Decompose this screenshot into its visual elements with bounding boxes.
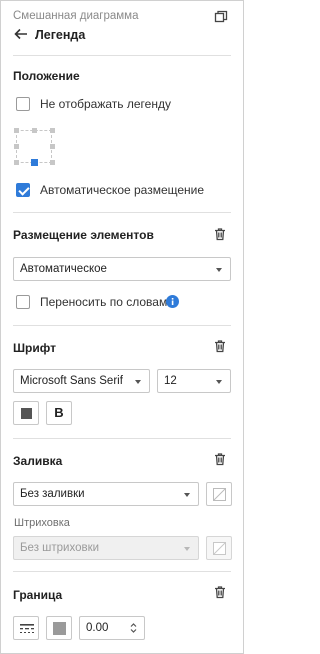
hatch-value: Без штриховки xyxy=(20,542,100,554)
position-bottom-right[interactable] xyxy=(50,160,55,165)
font-family-select[interactable]: Microsoft Sans Serif xyxy=(13,369,150,393)
no-color-icon xyxy=(213,542,226,555)
panel-title: Легенда xyxy=(35,28,86,42)
chevron-down-icon xyxy=(184,547,190,551)
placement-select-value: Автоматическое xyxy=(20,263,107,275)
fill-color-button[interactable] xyxy=(206,482,232,506)
trash-icon[interactable] xyxy=(213,339,227,353)
section-divider xyxy=(13,212,231,213)
border-width-spinner[interactable]: 0.00 xyxy=(79,616,145,640)
chevron-down-icon xyxy=(135,380,141,384)
font-color-button[interactable] xyxy=(13,401,39,425)
bold-button[interactable]: B xyxy=(46,401,72,425)
position-bottom-left[interactable] xyxy=(14,160,19,165)
trash-icon[interactable] xyxy=(213,452,227,466)
position-bottom-center[interactable] xyxy=(31,159,38,166)
auto-placement-checkbox[interactable] xyxy=(16,183,30,197)
position-top-center[interactable] xyxy=(32,128,37,133)
info-icon[interactable] xyxy=(166,295,179,308)
spinner-arrows-icon[interactable] xyxy=(130,622,137,634)
fill-section-title: Заливка xyxy=(13,454,63,468)
wrap-words-checkbox[interactable] xyxy=(16,295,30,309)
back-arrow-icon[interactable] xyxy=(14,28,28,40)
border-color-swatch xyxy=(53,622,66,635)
position-top-right[interactable] xyxy=(50,128,55,133)
section-divider xyxy=(13,325,231,326)
placement-section-title: Размещение элементов xyxy=(13,228,154,242)
section-divider xyxy=(13,571,231,572)
hatch-label: Штриховка xyxy=(14,517,70,529)
border-style-button[interactable] xyxy=(13,616,39,640)
fill-value: Без заливки xyxy=(20,488,85,500)
font-color-swatch xyxy=(21,408,32,419)
trash-icon[interactable] xyxy=(213,227,227,241)
fill-select[interactable]: Без заливки xyxy=(13,482,199,506)
font-section-title: Шрифт xyxy=(13,341,56,355)
position-top-left[interactable] xyxy=(14,128,19,133)
border-section-title: Граница xyxy=(13,588,63,602)
border-width-value: 0.00 xyxy=(86,622,109,634)
font-size-select[interactable]: 12 xyxy=(157,369,231,393)
font-family-value: Microsoft Sans Serif xyxy=(20,375,123,387)
position-middle-left[interactable] xyxy=(14,144,19,149)
restore-window-icon[interactable] xyxy=(214,10,228,23)
placement-select[interactable]: Автоматическое xyxy=(13,257,231,281)
border-color-button[interactable] xyxy=(46,616,72,640)
wrap-words-label: Переносить по словам xyxy=(40,295,168,309)
chevron-down-icon xyxy=(184,493,190,497)
trash-icon[interactable] xyxy=(213,585,227,599)
chevron-down-icon xyxy=(216,380,222,384)
legend-position-picker[interactable] xyxy=(13,127,57,169)
font-size-value: 12 xyxy=(164,375,177,387)
hide-legend-label: Не отображать легенду xyxy=(40,97,171,111)
position-middle-right[interactable] xyxy=(50,144,55,149)
hatch-select[interactable]: Без штриховки xyxy=(13,536,199,560)
line-style-icon xyxy=(20,624,34,633)
auto-placement-label: Автоматическое размещение xyxy=(40,183,205,197)
legend-settings-panel: Смешанная диаграмма Легенда Положение Не… xyxy=(0,0,244,654)
panel-subtitle: Смешанная диаграмма xyxy=(13,10,139,22)
position-section-title: Положение xyxy=(13,69,80,83)
chevron-down-icon xyxy=(216,268,222,272)
hide-legend-checkbox[interactable] xyxy=(16,97,30,111)
no-color-icon xyxy=(213,488,226,501)
hatch-color-button[interactable] xyxy=(206,536,232,560)
section-divider xyxy=(13,438,231,439)
bold-label: B xyxy=(54,405,64,420)
header-divider xyxy=(13,55,231,56)
